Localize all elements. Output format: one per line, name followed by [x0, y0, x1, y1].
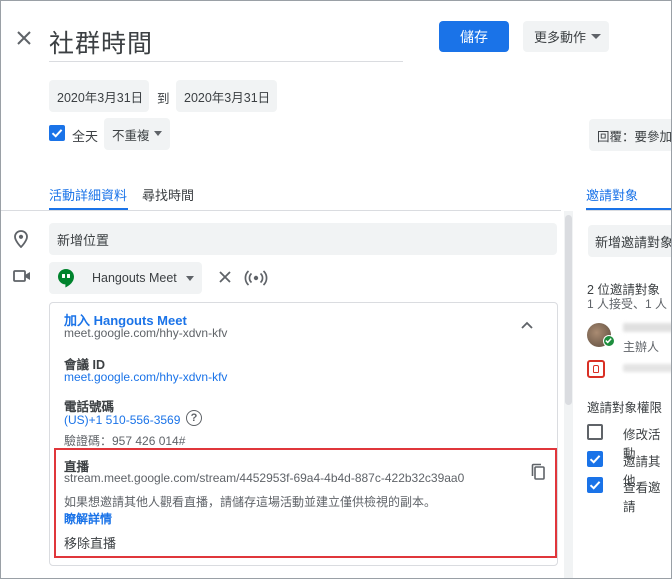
- end-date-chip[interactable]: 2020年3月31日: [176, 80, 277, 112]
- stream-url: stream.meet.google.com/stream/4452953f-6…: [64, 471, 465, 485]
- live-stream-icon[interactable]: [244, 269, 268, 287]
- tab-find-time[interactable]: 尋找時間: [142, 185, 194, 204]
- reply-dropdown[interactable]: 回覆：要參加: [589, 119, 671, 151]
- meeting-id-link[interactable]: meet.google.com/hhy-xdvn-kfv: [64, 370, 227, 384]
- live-stream-note: 如果想邀請其他人觀看直播，請儲存這場活動並建立僅供檢視的副本。: [64, 495, 437, 509]
- guests-divider: [586, 210, 671, 211]
- pin-text: 驗證碼：957 426 014#: [64, 434, 186, 448]
- hangouts-logo-icon: [58, 269, 74, 288]
- all-day-label: 全天: [72, 129, 99, 144]
- more-actions-button[interactable]: 更多動作: [523, 21, 609, 52]
- close-icon[interactable]: [11, 25, 37, 51]
- start-date-chip[interactable]: 2020年3月31日: [49, 80, 149, 112]
- details-scrollbar-thumb[interactable]: [565, 215, 572, 405]
- tabs-divider: [1, 210, 561, 211]
- permission-see-list-label: 查看邀請: [623, 481, 661, 514]
- organizer-label: 主辦人: [623, 340, 660, 354]
- chevron-up-icon[interactable]: [520, 320, 534, 330]
- location-input[interactable]: 新增位置: [49, 223, 557, 255]
- accepted-check-icon: [603, 335, 615, 347]
- guest-status: 1 人接受、1 人: [587, 297, 668, 311]
- calendar-resource-icon: [587, 360, 605, 378]
- save-button[interactable]: 儲存: [439, 21, 509, 52]
- check-icon: [589, 455, 601, 464]
- video-camera-icon: [13, 270, 30, 282]
- permission-see-list-checkbox[interactable]: [587, 477, 603, 493]
- guest-permissions-title: 邀請對象權限: [587, 401, 663, 415]
- conference-label: Hangouts Meet: [92, 271, 177, 285]
- check-icon: [51, 129, 63, 138]
- conference-dropdown[interactable]: Hangouts Meet: [49, 262, 202, 294]
- event-title-input[interactable]: 社群時間: [49, 19, 403, 62]
- more-actions-label: 更多動作: [534, 30, 587, 45]
- all-day-checkbox[interactable]: [49, 125, 65, 141]
- learn-more-link[interactable]: 瞭解詳情: [64, 510, 112, 527]
- add-guests-input[interactable]: 新增邀請對象: [588, 225, 671, 257]
- date-separator: 到: [157, 92, 170, 106]
- chevron-down-icon: [591, 34, 601, 39]
- permission-invite-checkbox[interactable]: [587, 451, 603, 467]
- meet-url: meet.google.com/hhy-xdvn-kfv: [64, 326, 228, 340]
- guest-name-redacted: [623, 323, 671, 332]
- phone-number-link[interactable]: (US)+1 510-556-3569: [64, 413, 180, 427]
- copy-icon[interactable]: [530, 463, 546, 481]
- remove-live-stream-button[interactable]: 移除直播: [64, 533, 116, 552]
- check-icon: [589, 481, 601, 490]
- location-pin-icon: [14, 230, 28, 248]
- remove-conference-icon[interactable]: [217, 269, 233, 285]
- repeat-label: 不重複: [112, 128, 150, 143]
- tab-event-details[interactable]: 活動詳細資料: [49, 185, 127, 204]
- tab-guests[interactable]: 邀請對象: [586, 185, 638, 204]
- chevron-down-icon: [154, 131, 162, 136]
- guest-name-redacted: [623, 364, 671, 372]
- repeat-dropdown[interactable]: 不重複: [104, 118, 170, 150]
- permission-modify-checkbox[interactable]: [587, 424, 603, 440]
- chevron-down-icon: [186, 276, 194, 281]
- help-icon[interactable]: ?: [186, 410, 202, 426]
- event-edit-page: 社群時間 儲存 更多動作 2020年3月31日 到 2020年3月31日 全天 …: [0, 0, 672, 579]
